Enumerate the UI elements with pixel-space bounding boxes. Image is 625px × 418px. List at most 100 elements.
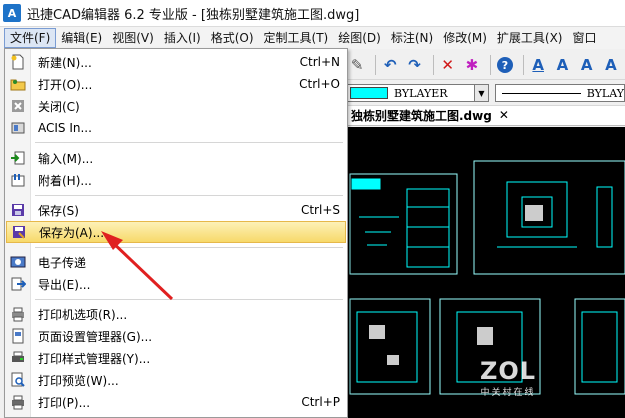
page-setup-icon — [6, 325, 30, 347]
menu-item-close[interactable]: 关闭(C) — [6, 95, 346, 117]
window-title: 迅捷CAD编辑器 6.2 专业版 - [独栋别墅建筑施工图.dwg] — [27, 7, 360, 23]
menu-item-save-as[interactable]: 保存为(A)... — [6, 221, 346, 243]
purge-icon[interactable]: ✱ — [462, 54, 482, 76]
delete-icon[interactable]: ✕ — [438, 54, 458, 76]
menu-item-plot-style-manager[interactable]: 打印样式管理器(Y)... — [6, 347, 346, 369]
text-edit-icon[interactable]: A — [577, 54, 597, 76]
menu-item-save[interactable]: 保存(S) Ctrl+S — [6, 199, 346, 221]
menu-item-label: 打印机选项(R)... — [38, 307, 128, 322]
menu-item-export[interactable]: 导出(E)... — [6, 273, 346, 295]
menu-item-label: 打印样式管理器(Y)... — [38, 351, 151, 366]
color-value: BYLAYER — [394, 86, 448, 100]
print-preview-icon — [6, 369, 30, 391]
cad-room — [477, 327, 493, 345]
menu-item-label: 输入(M)... — [38, 151, 94, 166]
plot-style-icon — [6, 347, 30, 369]
undo-icon[interactable]: ↶ — [380, 54, 400, 76]
properties-toolbar: BYLAYER ▼ BYLAY — [347, 81, 625, 106]
attach-icon — [6, 169, 30, 191]
menu-item-label: 电子传递 — [38, 255, 87, 270]
menu-item-open[interactable]: 打开(O)... Ctrl+O — [6, 73, 346, 95]
menu-window[interactable]: 窗口 — [568, 28, 602, 48]
close-icon[interactable]: ✕ — [499, 108, 509, 122]
menu-item-label: 新建(N)... — [38, 55, 92, 70]
menu-bar: 文件(F) 编辑(E) 视图(V) 插入(I) 格式(O) 定制工具(T) 绘图… — [0, 27, 625, 49]
chevron-down-icon[interactable]: ▼ — [475, 84, 489, 102]
menu-format[interactable]: 格式(O) — [206, 28, 259, 48]
linetype-select[interactable]: BYLAY — [495, 84, 625, 102]
menu-item-print[interactable]: 打印(P)... Ctrl+P — [6, 391, 346, 413]
cad-detail — [596, 186, 613, 248]
text-icon[interactable]: A — [552, 54, 572, 76]
menu-extend-tools[interactable]: 扩展工具(X) — [492, 28, 568, 48]
title-bar: A 迅捷CAD编辑器 6.2 专业版 - [独栋别墅建筑施工图.dwg] — [0, 0, 625, 27]
watermark-subtitle: 中关村在线 — [480, 388, 536, 398]
toolbar-separator — [432, 54, 434, 75]
text-scale-icon[interactable]: A — [601, 54, 621, 76]
standard-toolbar: ✎ ↶ ↷ ✕ ✱ ? A A A A — [347, 50, 625, 80]
cad-building — [406, 188, 450, 268]
app-logo-icon: A — [3, 4, 21, 22]
menu-item-label: 附着(H)... — [38, 173, 92, 188]
redo-icon[interactable]: ↷ — [404, 54, 424, 76]
menu-item-print-preview[interactable]: 打印预览(W)... — [6, 369, 346, 391]
tab-document[interactable]: 独栋别墅建筑施工图.dwg ✕ — [347, 105, 513, 125]
linetype-value: BYLAY — [586, 86, 624, 100]
menu-item-page-setup[interactable]: 页面设置管理器(G)... — [6, 325, 346, 347]
menu-separator — [35, 142, 343, 143]
menu-item-acis-in[interactable]: ACIS In... — [6, 117, 346, 139]
drawing-frame — [473, 160, 625, 275]
printer-icon — [6, 391, 30, 413]
menu-file[interactable]: 文件(F) — [4, 28, 57, 48]
menu-item-label: 打开(O)... — [38, 77, 93, 92]
printer-options-icon — [6, 303, 30, 325]
menu-item-label: ACIS In... — [38, 121, 92, 135]
cad-room — [369, 325, 385, 339]
tab-document-label: 独栋别墅建筑施工图.dwg — [351, 108, 492, 123]
menu-view[interactable]: 视图(V) — [107, 28, 159, 48]
menu-item-attach[interactable]: 附着(H)... — [6, 169, 346, 191]
menu-item-label: 页面设置管理器(G)... — [38, 329, 153, 344]
cad-plan — [356, 311, 418, 383]
menu-item-shortcut: Ctrl+N — [299, 55, 340, 69]
menu-item-label: 打印预览(W)... — [38, 373, 119, 388]
drawing-canvas[interactable]: ZOL 中关村在线 — [347, 127, 625, 418]
drawing-frame — [349, 298, 431, 395]
menu-insert[interactable]: 插入(I) — [159, 28, 206, 48]
export-icon — [6, 273, 30, 295]
menu-dimension[interactable]: 标注(N) — [386, 28, 438, 48]
match-properties-icon[interactable]: ✎ — [347, 54, 367, 76]
menu-item-shortcut: Ctrl+O — [299, 77, 340, 91]
menu-edit[interactable]: 编辑(E) — [56, 28, 107, 48]
svg-text:?: ? — [502, 59, 508, 72]
save-as-icon — [7, 221, 31, 243]
menu-item-printer-options[interactable]: 打印机选项(R)... — [6, 303, 346, 325]
menu-item-label: 保存为(A)... — [39, 225, 105, 240]
menu-draw[interactable]: 绘图(D) — [333, 28, 386, 48]
menu-item-etransmit[interactable]: 电子传递 — [6, 251, 346, 273]
toolbar-separator — [523, 54, 525, 75]
cad-plan — [581, 311, 618, 383]
text-style-icon[interactable]: A — [528, 54, 548, 76]
menu-custom-tools[interactable]: 定制工具(T) — [259, 28, 334, 48]
color-select[interactable]: BYLAYER — [347, 84, 475, 102]
menu-modify[interactable]: 修改(M) — [438, 28, 492, 48]
menu-item-label: 导出(E)... — [38, 277, 91, 292]
close-document-icon — [6, 95, 30, 117]
menu-item-label: 保存(S) — [38, 203, 79, 218]
menu-separator — [35, 195, 343, 196]
menu-item-new[interactable]: 新建(N)... Ctrl+N — [6, 51, 346, 73]
acis-import-icon — [6, 117, 30, 139]
menu-item-import[interactable]: 输入(M)... — [6, 147, 346, 169]
toolbar-separator — [375, 54, 377, 75]
menu-item-label: 关闭(C) — [38, 99, 80, 114]
file-menu-dropdown: 新建(N)... Ctrl+N 打开(O)... Ctrl+O 关闭(C) AC… — [4, 48, 348, 418]
toolbar-separator — [490, 54, 491, 75]
cyan-block — [351, 178, 381, 190]
color-swatch — [350, 87, 388, 99]
help-icon[interactable]: ? — [495, 54, 515, 76]
document-tab-bar: 独栋别墅建筑施工图.dwg ✕ — [347, 106, 625, 126]
watermark: ZOL 中关村在线 — [480, 357, 536, 398]
cad-room — [387, 355, 399, 365]
menu-separator — [35, 299, 343, 300]
